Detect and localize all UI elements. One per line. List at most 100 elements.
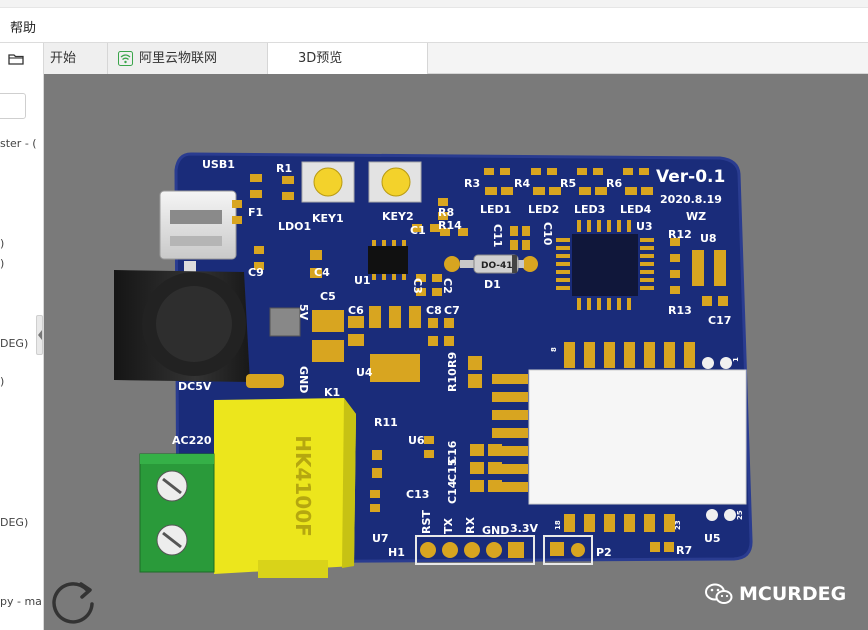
label-led1: LED1 <box>480 203 511 216</box>
label-3v3: 3.3V <box>510 522 538 535</box>
wechat-watermark: MCURDEG <box>705 582 846 606</box>
label-r1: R1 <box>276 162 292 175</box>
label-r12: R12 <box>668 228 692 241</box>
label-c3: C3 <box>411 278 424 294</box>
esp-module <box>528 369 747 505</box>
label-p2: P2 <box>596 546 612 559</box>
watermark-text: MCURDEG <box>739 583 847 605</box>
label-u1: U1 <box>354 274 371 287</box>
label-c5: C5 <box>320 290 336 303</box>
tab-label: 开始 <box>50 51 77 66</box>
menu-help[interactable]: 帮助 <box>10 17 36 36</box>
label-u4: U4 <box>356 366 373 379</box>
reset-view-icon[interactable] <box>51 578 97 624</box>
tree-item[interactable]: DEG) <box>0 516 28 529</box>
folder-icon[interactable] <box>8 51 24 67</box>
label-r8: R8 <box>438 206 454 219</box>
3d-preview-viewport[interactable]: HK4100F USB1 R1 F1 LDO1 KEY1 KEY2 C1 R8 … <box>44 74 868 630</box>
label-r10: R10 <box>446 368 459 392</box>
label-key2: KEY2 <box>382 210 414 223</box>
label-rx: RX <box>464 517 477 534</box>
label-pin23: 23 <box>674 520 682 530</box>
relay-label: HK4100F <box>291 435 315 537</box>
label-u3: U3 <box>636 220 653 233</box>
label-r11: R11 <box>374 416 398 429</box>
label-c1: C1 <box>410 224 426 237</box>
tree-item[interactable]: ster - ( <box>0 137 37 150</box>
tab-aliyun-iot[interactable]: 阿里云物联网 <box>108 43 268 74</box>
sidebar-panel: ster - ( ) ) DEG) ) DEG) py - ma <box>0 43 44 630</box>
label-led2: LED2 <box>528 203 559 216</box>
label-r5: R5 <box>560 177 576 190</box>
tree-item[interactable]: py - ma <box>0 595 42 608</box>
label-c9: C9 <box>248 266 264 279</box>
label-c2: C2 <box>441 278 454 294</box>
tab-start[interactable]: 开始 <box>44 43 108 74</box>
label-r3: R3 <box>464 177 480 190</box>
label-5v: 5V <box>297 304 310 321</box>
label-date: 2020.8.19 <box>660 193 722 206</box>
label-c7: C7 <box>444 304 460 317</box>
label-r9: R9 <box>446 352 459 368</box>
tact-switch-key1 <box>301 161 355 203</box>
label-c14: C14 <box>446 480 459 504</box>
label-tx: TX <box>442 517 455 534</box>
label-r7: R7 <box>676 544 692 557</box>
label-c15: C15 <box>446 459 459 482</box>
label-pin1: 1 <box>732 357 740 362</box>
label-gnd-bottom: GND <box>482 524 509 537</box>
label-u7: U7 <box>372 532 389 545</box>
tab-bar: 开始 阿里云物联网 3D预览 <box>44 43 868 74</box>
label-do41: DO-41 <box>481 261 513 271</box>
label-pin8: 8 <box>550 347 558 352</box>
label-r14: R14 <box>438 219 462 232</box>
wifi-icon <box>118 51 133 66</box>
tree-search-input[interactable] <box>0 93 26 119</box>
label-r13: R13 <box>668 304 692 317</box>
label-c13: C13 <box>406 488 429 501</box>
label-key1: KEY1 <box>312 212 344 225</box>
tree-item[interactable]: ) <box>0 375 4 388</box>
label-c11: C11 <box>491 224 504 247</box>
tab-label: 阿里云物联网 <box>139 51 218 66</box>
sidebar-collapse-handle[interactable] <box>36 315 43 355</box>
label-h1: H1 <box>388 546 405 559</box>
tab-label: 3D预览 <box>298 51 343 66</box>
tab-3d-preview[interactable]: 3D预览 <box>268 43 428 74</box>
menu-bar: 帮助 <box>0 8 868 43</box>
label-gnd-left: GND <box>297 366 310 393</box>
label-rst: RST <box>420 510 433 534</box>
label-u6: U6 <box>408 434 425 447</box>
label-c17: C17 <box>708 314 731 327</box>
label-pin25: 25 <box>736 510 744 520</box>
label-r4: R4 <box>514 177 530 190</box>
label-ldo1: LDO1 <box>278 220 311 233</box>
label-c8: C8 <box>426 304 442 317</box>
wechat-icon <box>705 583 733 604</box>
tree-item[interactable]: ) <box>0 237 4 250</box>
label-c6: C6 <box>348 304 364 317</box>
label-u5: U5 <box>704 532 721 545</box>
label-c4: C4 <box>314 266 330 279</box>
usb-connector <box>159 190 237 260</box>
label-f1: F1 <box>248 206 263 219</box>
label-c10: C10 <box>541 222 554 246</box>
label-dc5v: DC5V <box>178 380 212 393</box>
label-author: WZ <box>686 210 706 223</box>
label-led3: LED3 <box>574 203 605 216</box>
label-usb1: USB1 <box>202 158 235 171</box>
ic-u1 <box>368 240 408 280</box>
relay-hk4100f: HK4100F <box>214 398 356 578</box>
label-u8: U8 <box>700 232 717 245</box>
tree-item[interactable]: DEG) <box>0 337 28 350</box>
label-pin18: 18 <box>554 520 562 530</box>
ac-terminal-block <box>139 453 215 573</box>
label-k1: K1 <box>324 386 340 399</box>
pcb-3d-model[interactable]: HK4100F USB1 R1 F1 LDO1 KEY1 KEY2 C1 R8 … <box>44 74 868 630</box>
label-version: Ver-0.1 <box>656 167 725 187</box>
label-ac220: AC220 <box>172 434 212 447</box>
label-r6: R6 <box>606 177 622 190</box>
tree-item[interactable]: ) <box>0 257 4 270</box>
label-led4: LED4 <box>620 203 652 216</box>
window-top-strip <box>0 0 868 8</box>
